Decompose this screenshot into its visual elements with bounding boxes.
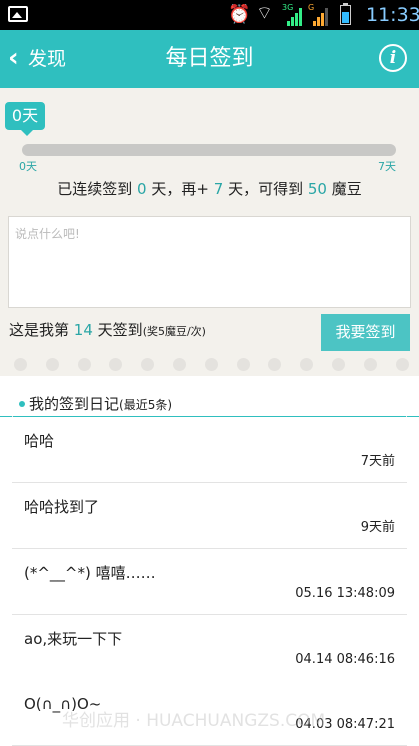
entry-content: (*^__^*) 嘻嘻……: [24, 564, 156, 582]
entry-time: 7天前: [360, 454, 395, 469]
divider-dot: [332, 358, 345, 371]
summary-suffix: 魔豆: [331, 180, 362, 198]
day-suffix: 天签到: [97, 321, 143, 339]
divider-dot: [109, 358, 123, 371]
checkin-day-text: 这是我第 14 天签到(奖5魔豆/次): [9, 319, 206, 343]
diary-title: 我的签到日记(最近5条): [29, 394, 172, 415]
diary-entry[interactable]: O(∩_∩)O~ 04.03 08:47:21: [12, 680, 407, 746]
app-header: ‹ 发现 每日签到 i: [0, 30, 419, 88]
note-box: [8, 216, 411, 308]
signal-g-icon: G: [308, 3, 328, 26]
wifi-icon: ⌔: [256, 3, 273, 24]
status-bar: ⏰ ⌔ 3G G 11:33: [0, 0, 419, 30]
divider-dot: [14, 358, 27, 371]
progress-bubble: 0天: [5, 102, 45, 136]
entry-time: 05.16 13:48:09: [295, 586, 395, 601]
progress-track: [22, 144, 396, 156]
diary-subtitle: (最近5条): [119, 398, 173, 412]
signal-3g-icon: 3G: [282, 3, 302, 26]
checkin-panel: 0天 0天 7天 已连续签到 0 天，再+ 7 天，可得到 50 魔豆 这是我第…: [0, 88, 419, 354]
summary-prefix: 已连续签到: [57, 180, 133, 198]
progress-start-label: 0天: [19, 160, 37, 173]
divider-dot: [236, 358, 250, 371]
entry-time: 04.14 08:46:16: [295, 652, 395, 667]
entry-time: 9天前: [360, 520, 395, 535]
entry-content: 哈哈找到了: [24, 498, 100, 516]
divider-dot: [173, 358, 186, 371]
network-g-label: G: [308, 3, 315, 12]
reward-amount: 50: [307, 180, 327, 198]
diary-entry[interactable]: (*^__^*) 嘻嘻…… 05.16 13:48:09: [12, 549, 407, 615]
divider-dot: [77, 358, 91, 371]
network-3g-label: 3G: [282, 3, 294, 12]
streak-summary: 已连续签到 0 天，再+ 7 天，可得到 50 魔豆: [0, 178, 419, 200]
streak-count: 0: [137, 180, 147, 198]
divider-dot: [300, 358, 314, 371]
divider-dot: [141, 358, 155, 371]
divider-dot: [363, 358, 377, 371]
gallery-icon: [8, 6, 28, 22]
divider-dot: [268, 358, 282, 371]
status-time: 11:33: [366, 4, 419, 26]
summary-mid1: 天，再+: [151, 180, 209, 198]
summary-mid2: 天，可得到: [228, 180, 304, 198]
battery-icon: [340, 3, 351, 25]
divider-dot: [45, 358, 59, 371]
checkin-button[interactable]: 我要签到: [321, 314, 410, 351]
diary-header: 我的签到日记(最近5条): [0, 392, 419, 417]
day-prefix: 这是我第: [9, 321, 70, 339]
entry-content: O(∩_∩)O~: [24, 695, 102, 713]
diary-entry[interactable]: 哈哈 7天前: [12, 417, 407, 483]
diary-entry[interactable]: 哈哈找到了 9天前: [12, 483, 407, 549]
bullet-dot-icon: [19, 401, 25, 407]
day-number: 14: [73, 321, 93, 339]
alarm-icon: ⏰: [228, 4, 251, 25]
remaining-days: 7: [213, 180, 224, 198]
diary-title-text: 我的签到日记: [29, 395, 120, 413]
divider-dot: [204, 358, 218, 371]
info-icon[interactable]: i: [379, 44, 407, 72]
reward-note: (奖5魔豆/次): [142, 325, 206, 338]
entry-content: 哈哈: [24, 432, 55, 450]
progress-end-label: 7天: [378, 160, 396, 173]
diary-entry[interactable]: ao,来玩一下下 04.14 08:46:16: [12, 615, 407, 681]
note-input[interactable]: [9, 217, 410, 307]
divider-dot: [395, 358, 409, 371]
entry-time: 04.03 08:47:21: [295, 717, 395, 732]
entry-content: ao,来玩一下下: [24, 630, 123, 648]
dot-divider: [0, 354, 419, 376]
page-title: 每日签到: [165, 46, 254, 71]
